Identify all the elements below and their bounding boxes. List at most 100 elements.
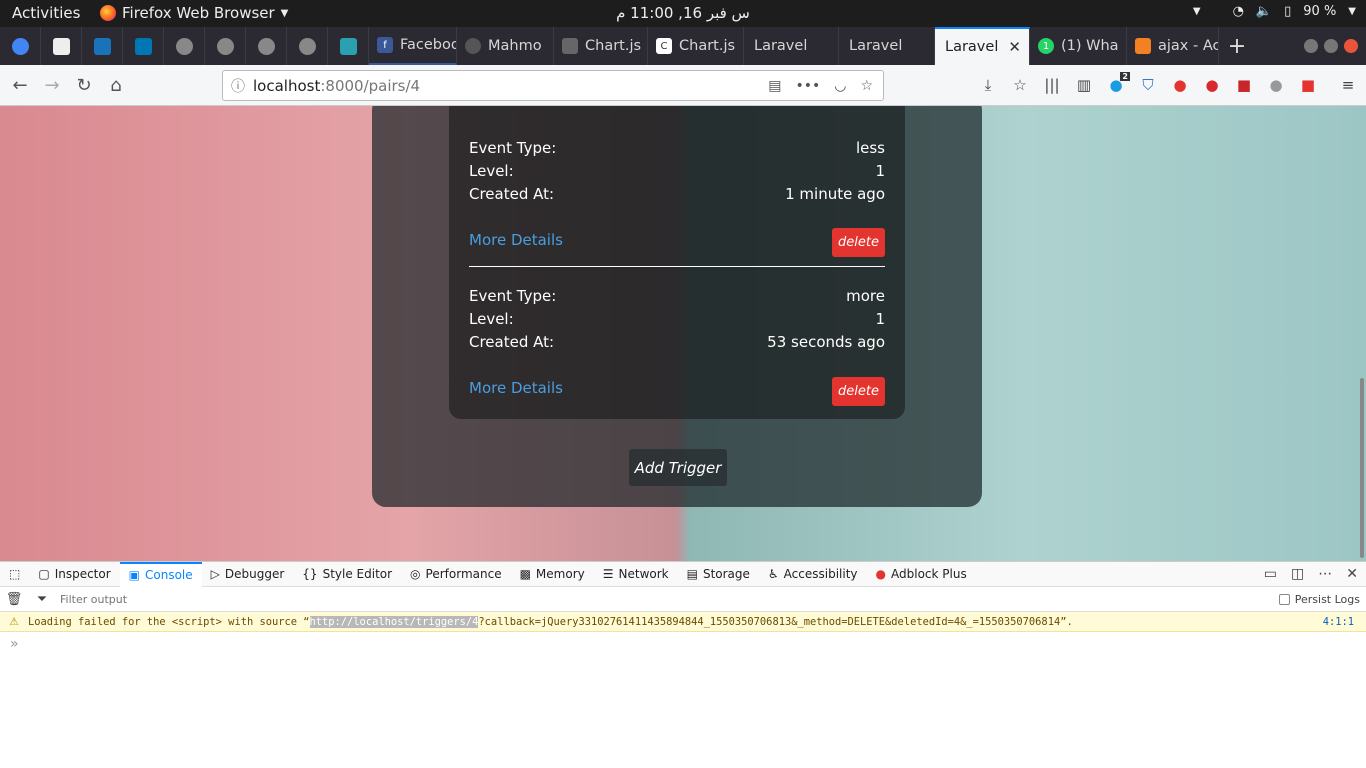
persist-logs-toggle[interactable]: Persist Logs xyxy=(1278,593,1366,606)
more-options-icon[interactable]: ⋯ xyxy=(1318,566,1332,582)
extension-badge-icon[interactable]: ● 2 xyxy=(1104,70,1130,100)
pinned-tab-github-4[interactable] xyxy=(287,27,328,65)
tab-style-editor[interactable]: {} Style Editor xyxy=(293,562,401,587)
pinned-tab-app[interactable] xyxy=(328,27,369,65)
pinned-tab-video[interactable] xyxy=(82,27,123,65)
split-icon[interactable]: ◫ xyxy=(1291,566,1304,582)
info-icon[interactable]: ⓘ xyxy=(223,76,253,96)
tab-debugger[interactable]: ▷ Debugger xyxy=(202,562,294,587)
forward-button[interactable]: → xyxy=(36,69,68,101)
tab-facebook[interactable]: f Faceboo xyxy=(369,27,457,65)
github-icon xyxy=(257,37,275,55)
clock[interactable]: س فبر 16, 11:00 م xyxy=(0,4,1366,22)
close-tab-icon[interactable]: ✕ xyxy=(1008,38,1021,56)
minimize-button[interactable] xyxy=(1304,39,1318,53)
console-input-prompt[interactable]: » xyxy=(10,636,19,652)
stackoverflow-icon xyxy=(1135,38,1151,54)
more-details-link[interactable]: More Details xyxy=(469,231,563,249)
tab-laravel-1[interactable]: Laravel xyxy=(744,27,839,65)
page-scrollbar[interactable] xyxy=(1358,106,1366,561)
wifi-icon: ◔ xyxy=(1232,4,1244,19)
trigger-event-type-row: Event Type: less xyxy=(469,139,885,157)
pinned-tab-blank[interactable] xyxy=(41,27,82,65)
page-icon xyxy=(52,37,70,55)
reload-button[interactable]: ↻ xyxy=(68,69,100,101)
maximize-button[interactable] xyxy=(1324,39,1338,53)
tab-stackoverflow[interactable]: ajax - Ac xyxy=(1127,27,1219,65)
trigger-created-row: Created At: 1 minute ago xyxy=(469,185,885,203)
filter-input[interactable] xyxy=(60,592,360,606)
trigger-level-row: Level: 1 xyxy=(469,310,885,328)
tab-chartjs-2[interactable]: C Chart.js xyxy=(648,27,744,65)
more-details-link[interactable]: More Details xyxy=(469,379,563,397)
pinned-tab-github-3[interactable] xyxy=(246,27,287,65)
tab-adblock-plus[interactable]: ● Adblock Plus xyxy=(867,562,976,587)
close-window-button[interactable] xyxy=(1344,39,1358,53)
system-tray[interactable]: ▼ ◔ 🔈 ▯ 90 % ▼ xyxy=(1193,4,1356,19)
tab-storage[interactable]: ▤ Storage xyxy=(678,562,759,587)
pinned-tab-github-1[interactable] xyxy=(164,27,205,65)
tab-label: Memory xyxy=(535,567,585,581)
tab-laravel-active[interactable]: Laravel ✕ xyxy=(935,27,1030,65)
tab-memory[interactable]: ▩ Memory xyxy=(511,562,594,587)
delete-button[interactable]: delete xyxy=(832,228,885,257)
event-type-value: less xyxy=(855,139,885,157)
url-path: :8000/pairs/4 xyxy=(320,76,421,95)
delete-button[interactable]: delete xyxy=(832,377,885,406)
reader-view-icon[interactable]: ▤ xyxy=(768,78,781,94)
tab-chartjs-1[interactable]: Chart.js xyxy=(554,27,648,65)
pinned-tab-linkedin[interactable] xyxy=(123,27,164,65)
tab-label: (1) Wha xyxy=(1061,38,1119,54)
tab-inspector[interactable]: ▢ Inspector xyxy=(29,562,119,587)
mega-icon[interactable]: ● xyxy=(1200,70,1224,100)
page-actions-icon[interactable]: ••• xyxy=(795,78,820,94)
download-helper-icon[interactable]: ● xyxy=(1264,70,1288,100)
menu-icon[interactable]: ≡ xyxy=(1336,70,1360,100)
back-button[interactable]: ← xyxy=(4,69,36,101)
downloads-icon[interactable]: ⤓ xyxy=(976,70,1000,100)
save-icon[interactable]: ■ xyxy=(1232,70,1256,100)
tab-whatsapp[interactable]: 1 (1) Wha xyxy=(1030,27,1127,65)
scrollbar-thumb[interactable] xyxy=(1360,378,1364,558)
level-label: Level: xyxy=(469,162,514,180)
tab-label: Network xyxy=(618,567,669,581)
element-picker-button[interactable]: ⬚ xyxy=(0,562,29,587)
tab-console[interactable]: ▣ Console xyxy=(119,561,202,587)
filter-icon[interactable]: ⏷ xyxy=(28,592,56,607)
persist-logs-checkbox[interactable] xyxy=(1278,593,1290,605)
trash-icon[interactable]: 🗑 xyxy=(0,592,28,607)
url-host: localhost xyxy=(253,76,321,95)
add-trigger-button[interactable]: Add Trigger xyxy=(629,449,727,486)
warning-url-link[interactable]: http://localhost/triggers/4 xyxy=(309,615,479,628)
pocket-icon[interactable]: ◡ xyxy=(834,78,846,94)
pinned-tab-github-2[interactable] xyxy=(205,27,246,65)
bookmark-star-icon[interactable]: ☆ xyxy=(860,78,873,94)
tab-performance[interactable]: ◎ Performance xyxy=(401,562,511,587)
pinned-tab-google[interactable] xyxy=(0,27,41,65)
tab-github-profile[interactable]: Mahmo xyxy=(457,27,554,65)
warning-location-link[interactable]: 4:1:1 xyxy=(1323,616,1366,628)
trigger-level-row: Level: 1 xyxy=(469,162,885,180)
chevron-down-icon[interactable]: ▼ xyxy=(1193,6,1201,17)
dock-icon[interactable]: ▭ xyxy=(1264,566,1277,582)
url-bar[interactable]: ⓘ localhost:8000/pairs/4 ▤ ••• ◡ ☆ xyxy=(222,70,884,101)
close-icon[interactable]: ✕ xyxy=(1346,566,1358,582)
tab-label: Mahmo xyxy=(488,38,542,54)
tab-laravel-2[interactable]: Laravel xyxy=(839,27,935,65)
pdf-icon[interactable]: ■ xyxy=(1296,70,1320,100)
sidebar-icon[interactable]: ▥ xyxy=(1072,70,1096,100)
new-tab-button[interactable]: + xyxy=(1219,27,1255,65)
tab-accessibility[interactable]: ♿ Accessibility xyxy=(759,562,867,587)
tab-label: Style Editor xyxy=(322,567,393,581)
github-icon xyxy=(298,37,316,55)
tab-network[interactable]: ☰ Network xyxy=(594,562,678,587)
shield-icon[interactable]: ⛉ xyxy=(1136,70,1160,100)
adblock-icon[interactable]: ● xyxy=(1168,70,1192,100)
badge-count: 2 xyxy=(1120,72,1130,81)
library-icon[interactable]: ||| xyxy=(1040,70,1064,100)
devtools-toolbar: ⬚ ▢ Inspector ▣ Console ▷ Debugger {} Style … xyxy=(0,561,1366,587)
level-value: 1 xyxy=(875,310,885,328)
home-button[interactable]: ⌂ xyxy=(100,69,132,101)
warning-icon: ⚠ xyxy=(9,615,19,628)
bookmarks-icon[interactable]: ☆ xyxy=(1008,70,1032,100)
